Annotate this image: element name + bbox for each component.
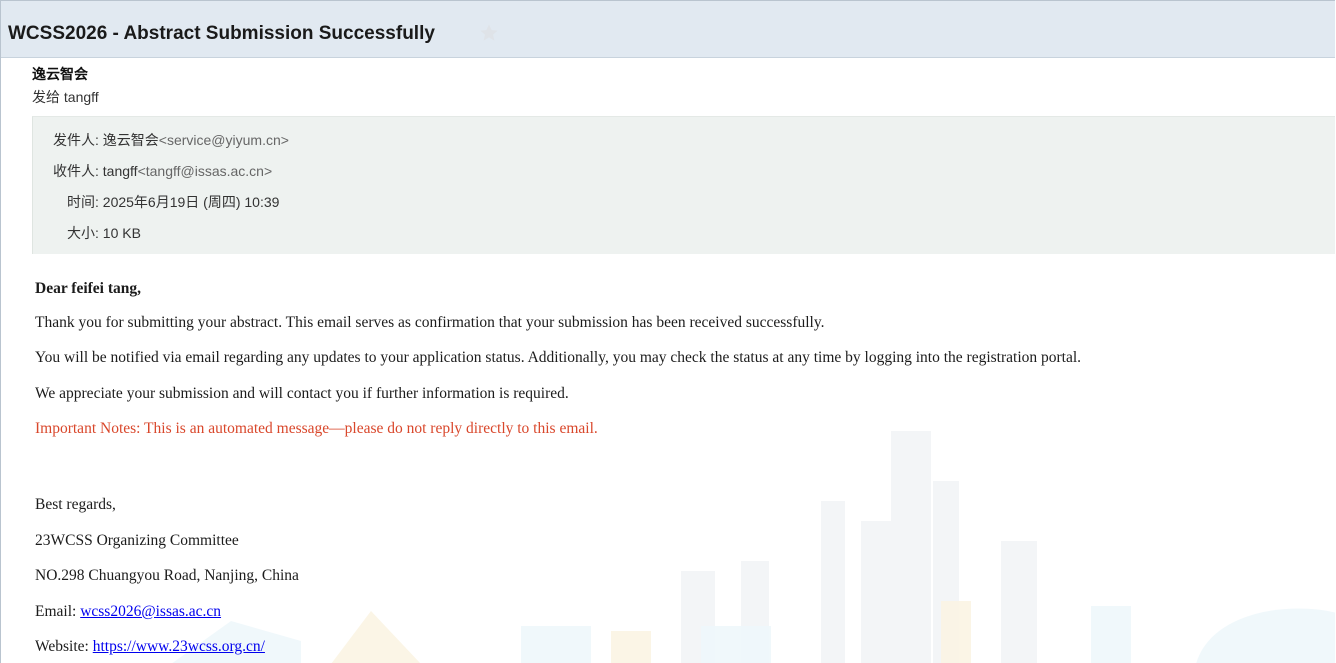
from-label: 发件人:	[53, 132, 99, 148]
committee-address: NO.298 Chuangyou Road, Nanjing, China	[35, 567, 299, 584]
meta-from-row: 发件人: 逸云智会<service@yiyum.cn>	[53, 131, 289, 149]
greeting: Dear feifei tang,	[35, 280, 142, 297]
to-name[interactable]: tangff	[103, 163, 138, 179]
website-link[interactable]: https://www.23wcss.org.cn/	[93, 638, 265, 655]
website-line: Website: https://www.23wcss.org.cn/	[35, 637, 265, 657]
website-label: Website:	[35, 638, 93, 655]
important-notice: Important Notes: This is an automated me…	[35, 420, 598, 437]
sender-block: 逸云智会 发给 tangff	[1, 58, 1335, 118]
committee-name: 23WCSS Organizing Committee	[35, 532, 239, 549]
email-label: Email:	[35, 603, 81, 620]
time-value: 2025年6月19日 (周四) 10:39	[102, 194, 280, 210]
sender-name: 逸云智会	[32, 66, 88, 82]
from-name[interactable]: 逸云智会	[103, 132, 159, 148]
from-address[interactable]: <service@yiyum.cn>	[159, 132, 289, 148]
to-address[interactable]: <tangff@issas.ac.cn>	[138, 163, 273, 179]
subject-bar: WCSS2026 - Abstract Submission Successfu…	[1, 1, 1335, 58]
recipient-summary: 发给 tangff	[32, 89, 99, 105]
meta-to-row: 收件人: tangff<tangff@issas.ac.cn>	[53, 162, 272, 180]
email-viewer: WCSS2026 - Abstract Submission Successfu…	[0, 0, 1335, 663]
contact-email-link[interactable]: wcss2026@issas.ac.cn	[80, 603, 221, 620]
closing-regards: Best regards,	[35, 496, 116, 513]
body-paragraph-1: Thank you for submitting your abstract. …	[35, 314, 825, 331]
meta-time-row: 时间: 2025年6月19日 (周四) 10:39	[67, 193, 279, 211]
meta-size-row: 大小: 10 KB	[67, 224, 141, 242]
contact-email-line: Email: wcss2026@issas.ac.cn	[35, 602, 221, 622]
size-label: 大小:	[67, 225, 99, 241]
email-subject: WCSS2026 - Abstract Submission Successfu…	[8, 23, 435, 44]
time-label: 时间:	[67, 194, 99, 210]
email-meta-box: 发件人: 逸云智会<service@yiyum.cn> 收件人: tangff<…	[32, 116, 1335, 254]
body-paragraph-2: You will be notified via email regarding…	[35, 349, 1082, 366]
body-paragraph-3: We appreciate your submission and will c…	[35, 385, 569, 402]
star-icon[interactable]	[479, 23, 499, 43]
to-label: 收件人:	[53, 163, 99, 179]
size-value: 10 KB	[102, 225, 141, 241]
